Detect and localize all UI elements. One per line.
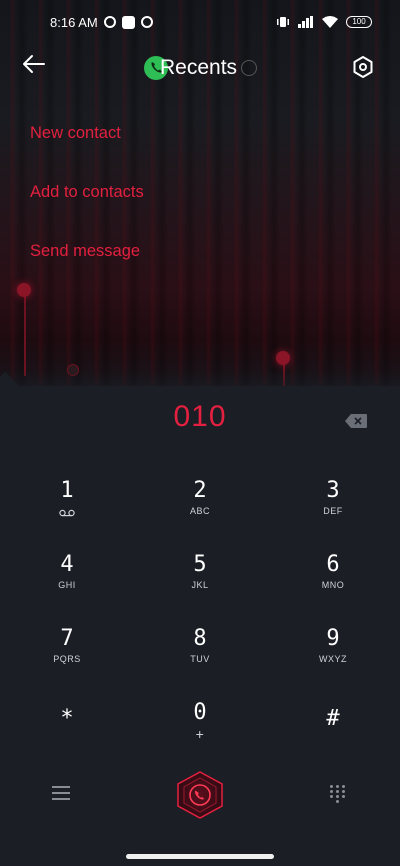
decor-dot: [276, 351, 290, 365]
decor-dot: [67, 364, 79, 376]
hexagon-settings-icon: [353, 56, 373, 78]
keypad-toggle-button[interactable]: [330, 785, 348, 803]
keypad-row: 1 2 ABC 3 DEF: [0, 478, 400, 552]
notification-icon: [140, 16, 153, 28]
key-letters: MNO: [321, 580, 345, 590]
call-button[interactable]: [174, 770, 226, 820]
signal-icon: [298, 16, 313, 28]
key-3[interactable]: 3 DEF: [283, 478, 383, 542]
app-header: Recents: [0, 44, 400, 92]
keypad-row: 7 PQRS 8 TUV 9 WXYZ: [0, 626, 400, 700]
key-2[interactable]: 2 ABC: [150, 478, 250, 542]
key-letters: PQRS: [53, 654, 81, 664]
dialer-bottom-bar: [0, 770, 400, 830]
arrow-left-icon: [23, 55, 45, 73]
menu-line: [52, 786, 70, 788]
key-digit: 5: [193, 552, 207, 577]
backspace-icon: [345, 414, 367, 428]
key-digit: 6: [326, 552, 340, 577]
page-title: Recents: [160, 56, 238, 79]
key-digit: 0: [193, 700, 207, 725]
key-digit: 3: [326, 478, 340, 503]
status-left: 8:16 AM: [50, 15, 153, 30]
key-letters: WXYZ: [319, 654, 347, 664]
key-hash[interactable]: #: [283, 700, 383, 764]
voicemail-icon: [59, 509, 75, 517]
key-7[interactable]: 7 PQRS: [17, 626, 117, 690]
key-letters: GHI: [58, 580, 76, 590]
settings-button[interactable]: [350, 54, 376, 80]
backspace-button[interactable]: [345, 414, 367, 430]
vibrate-icon: [277, 17, 289, 27]
key-9[interactable]: 9 WXYZ: [283, 626, 383, 690]
menu-button[interactable]: [52, 786, 70, 802]
title-wrap: Recents: [144, 52, 258, 84]
wifi-icon: [322, 16, 338, 28]
key-digit: 7: [60, 626, 74, 651]
key-digit: 1: [60, 478, 74, 503]
key-letters: ABC: [189, 506, 210, 516]
key-1[interactable]: 1: [17, 478, 117, 542]
key-digit: *: [60, 706, 74, 731]
decor-dot: [17, 283, 31, 297]
new-contact-option[interactable]: New contact: [30, 108, 144, 167]
status-right: 100: [276, 16, 372, 28]
menu-line: [52, 792, 70, 794]
add-to-contacts-option[interactable]: Add to contacts: [30, 167, 144, 226]
key-digit: 8: [193, 626, 207, 651]
key-digit: 4: [60, 552, 74, 577]
key-letters: +: [195, 726, 205, 742]
call-icon: [177, 771, 223, 819]
key-0[interactable]: 0 +: [150, 700, 250, 764]
key-8[interactable]: 8 TUV: [150, 626, 250, 690]
status-time: 8:16 AM: [50, 14, 98, 30]
status-bar: 8:16 AM 100: [0, 0, 400, 44]
dialed-number: 010: [173, 400, 227, 433]
key-digit: 9: [326, 626, 340, 651]
send-message-option[interactable]: Send message: [30, 226, 144, 285]
keypad-row: 4 GHI 5 JKL 6 MNO: [0, 552, 400, 626]
notification-square-icon: [121, 15, 135, 29]
home-indicator[interactable]: [126, 854, 274, 859]
key-letters: TUV: [190, 654, 210, 664]
key-star[interactable]: *: [17, 700, 117, 764]
back-button[interactable]: [22, 54, 52, 80]
key-digit: #: [326, 706, 340, 731]
key-6[interactable]: 6 MNO: [283, 552, 383, 616]
decor-line: [24, 296, 26, 376]
key-digit: 2: [193, 478, 207, 503]
keypad-row: * 0 + #: [0, 700, 400, 774]
key-4[interactable]: 4 GHI: [17, 552, 117, 616]
action-menu: New contact Add to contacts Send message: [30, 108, 144, 285]
battery-indicator: 100: [346, 16, 372, 28]
key-letters: JKL: [191, 580, 209, 590]
notification-icon: [103, 16, 116, 28]
key-5[interactable]: 5 JKL: [150, 552, 250, 616]
keypad: 1 2 ABC 3 DEF 4 GHI 5 JKL 6 MNO 7 PQRS 8…: [0, 478, 400, 774]
menu-line: [52, 798, 70, 800]
loading-ring-icon: [241, 60, 258, 76]
key-letters: DEF: [323, 506, 343, 516]
